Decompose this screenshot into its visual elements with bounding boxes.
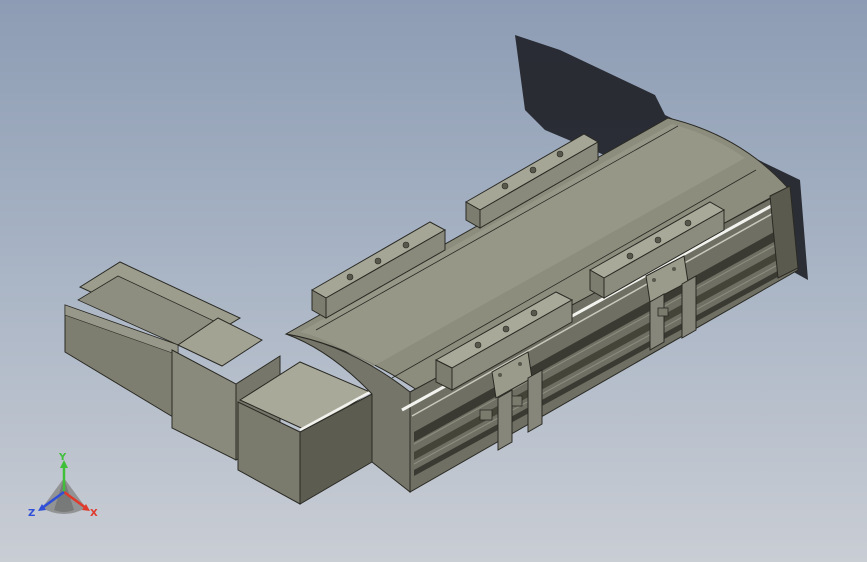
mount-hole (501, 182, 509, 190)
coupling-front-face (171, 349, 237, 461)
orientation-triad[interactable]: Y X Z (24, 448, 104, 528)
mount-hole (626, 252, 634, 260)
linear-actuator-model[interactable] (0, 0, 867, 562)
x-axis-label: X (90, 508, 98, 519)
y-axis-label: Y (58, 452, 67, 463)
mount-hole (474, 341, 482, 349)
mount-hole (402, 241, 410, 249)
mount-hole (530, 309, 538, 317)
mount-hole (654, 236, 662, 244)
mount-hole (684, 219, 692, 227)
bracket-leg (649, 293, 665, 351)
bracket-clip (511, 395, 523, 407)
graphics-viewport[interactable]: Y X Z (0, 0, 867, 562)
sensor-screw (672, 267, 676, 271)
sensor-screw (652, 278, 656, 282)
mount-hole (374, 257, 382, 265)
z-axis-label: Z (28, 508, 35, 519)
sensor-screw (518, 362, 522, 366)
sensor-screw (498, 373, 502, 377)
mount-hole (529, 166, 537, 174)
mount-hole (556, 150, 564, 158)
bracket-clip (479, 409, 493, 421)
mount-hole (346, 273, 354, 281)
bracket-leg (527, 369, 543, 433)
bracket-leg (681, 275, 697, 339)
bracket-leg (497, 389, 513, 451)
mount-hole (502, 325, 510, 333)
bracket-clip (657, 307, 669, 317)
